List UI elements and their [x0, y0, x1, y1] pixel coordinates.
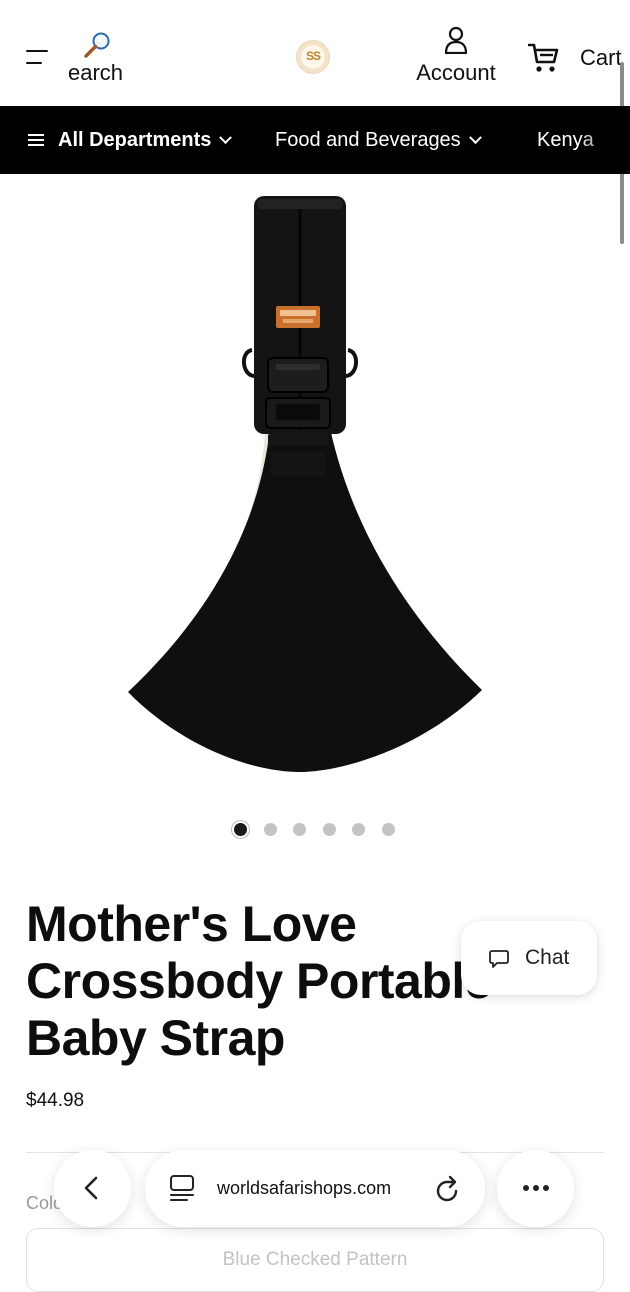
chevron-down-icon: [219, 130, 233, 144]
color-variant-select[interactable]: Blue Checked Pattern: [26, 1228, 604, 1292]
menu-icon[interactable]: [26, 50, 48, 66]
carousel-dot[interactable]: [323, 823, 336, 836]
reload-icon[interactable]: [434, 1174, 462, 1204]
browser-more-button[interactable]: [497, 1150, 574, 1227]
carousel-dot[interactable]: [234, 823, 247, 836]
brand-badge: [276, 306, 320, 328]
sling-pouch: [128, 428, 482, 772]
browser-address-bar[interactable]: worldsafarishops.com: [145, 1150, 485, 1227]
selected-variant: Blue Checked Pattern: [222, 1249, 408, 1270]
nav-all-departments[interactable]: All Departments: [28, 106, 233, 174]
carousel-dot[interactable]: [293, 823, 306, 836]
list-icon: [28, 133, 44, 147]
carousel-dot[interactable]: [382, 823, 395, 836]
account-label: Account: [416, 60, 496, 85]
cart-label[interactable]: Cart: [580, 45, 622, 71]
more-options-icon: [523, 1185, 549, 1191]
product-title-line: Baby Strap: [26, 1010, 285, 1066]
chevron-down-icon: [468, 130, 482, 144]
search-button[interactable]: earch: [68, 30, 148, 90]
site-header: earch SS Account Cart: [0, 0, 630, 106]
nav-food-and-beverages[interactable]: Food and Beverages: [275, 106, 482, 174]
nav-all-departments-label: All Departments: [58, 128, 212, 151]
chat-bubble-icon: [489, 950, 509, 968]
chat-label: Chat: [525, 946, 570, 969]
url-text: worldsafarishops.com: [217, 1178, 392, 1198]
product-title-line: Crossbody Portable: [26, 953, 493, 1009]
nav-food-label: Food and Beverages: [275, 128, 461, 151]
chat-button[interactable]: Chat: [461, 921, 597, 995]
carousel-dot[interactable]: [352, 823, 365, 836]
nav-fade-overlay: [580, 106, 630, 174]
site-logo[interactable]: SS: [296, 40, 330, 74]
product-price: $44.98: [26, 1090, 85, 1111]
search-icon: [84, 32, 110, 58]
logo-text: SS: [305, 49, 321, 63]
buckle: [267, 357, 329, 393]
product-title-line: Mother's Love: [26, 896, 357, 952]
carousel-dot[interactable]: [264, 823, 277, 836]
tabs-icon[interactable]: [169, 1174, 195, 1202]
cart-icon[interactable]: [528, 42, 560, 74]
account-button[interactable]: Account: [410, 24, 502, 88]
user-icon: [444, 26, 468, 54]
department-nav: All Departments Food and Beverages Kenya: [0, 106, 630, 174]
image-carousel-dots: [232, 823, 402, 837]
browser-back-button[interactable]: [54, 1150, 131, 1227]
product-image[interactable]: [120, 190, 500, 780]
chevron-left-icon: [84, 1176, 98, 1200]
search-label: earch: [68, 60, 124, 85]
